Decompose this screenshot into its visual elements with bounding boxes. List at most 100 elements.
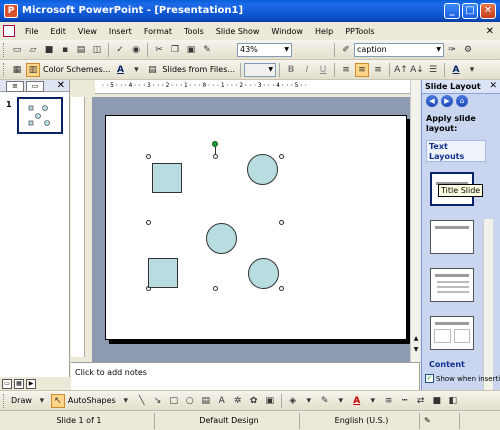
circle-shape[interactable] <box>206 223 237 254</box>
font-color-icon[interactable]: A <box>449 63 463 77</box>
square-shape[interactable] <box>152 163 182 193</box>
menu-insert[interactable]: Insert <box>103 27 138 36</box>
line-style-icon[interactable]: ≡ <box>382 394 396 408</box>
layout-title-and-text[interactable] <box>430 268 474 302</box>
vertical-scrollbar[interactable]: ▲ ▼ <box>410 80 420 362</box>
menu-file[interactable]: File <box>19 27 44 36</box>
print-icon[interactable]: ▤ <box>74 43 88 57</box>
bold-button[interactable]: B <box>284 63 298 77</box>
minimize-button[interactable]: _ <box>444 3 460 19</box>
slides-icon[interactable]: ▤ <box>145 63 159 77</box>
slides-tab-icon[interactable]: ▭ <box>26 81 44 92</box>
chevron-down-icon[interactable]: ▾ <box>465 63 479 77</box>
layout-two-column-text[interactable] <box>430 316 474 350</box>
settings-icon[interactable]: ⚙ <box>461 43 475 57</box>
chevron-down-icon[interactable]: ▾ <box>302 394 316 408</box>
dash-style-icon[interactable]: ┅ <box>398 394 412 408</box>
checkbox-checked-icon[interactable]: ✓ <box>425 374 434 383</box>
menu-edit[interactable]: Edit <box>44 27 72 36</box>
new-icon[interactable]: ▭ <box>10 43 24 57</box>
toolbar-grip[interactable] <box>3 62 6 77</box>
align-left-icon[interactable]: ≡ <box>339 63 353 77</box>
circle-shape[interactable] <box>247 154 278 185</box>
powerpoint-app-icon[interactable]: P <box>4 4 18 18</box>
document-icon[interactable] <box>3 25 15 37</box>
back-icon[interactable]: ◀ <box>426 95 438 107</box>
layout-title-only[interactable] <box>430 220 474 254</box>
line-color-icon[interactable]: ✎ <box>318 394 332 408</box>
save-icon[interactable]: ■ <box>42 43 56 57</box>
diagram-icon[interactable]: ✲ <box>231 394 245 408</box>
chevron-down-icon[interactable]: ▾ <box>119 394 133 408</box>
copy-icon[interactable]: ❐ <box>168 43 182 57</box>
bullets-icon[interactable]: ☰ <box>426 63 440 77</box>
task-pane-title[interactable]: Slide Layout <box>425 82 481 91</box>
spelling-icon[interactable]: ✓ <box>113 43 127 57</box>
draw-menu-button[interactable]: Draw <box>9 396 34 405</box>
font-color-icon[interactable]: A <box>350 394 364 408</box>
layout-icon[interactable]: ▥ <box>26 62 40 77</box>
menu-window[interactable]: Window <box>265 27 309 36</box>
permission-icon[interactable]: ▪ <box>58 43 72 57</box>
increase-font-icon[interactable]: A↑ <box>394 63 408 77</box>
slides-from-files-button[interactable]: Slides from Files... <box>160 65 237 74</box>
close-icon[interactable]: ✕ <box>489 81 497 91</box>
selection-handle[interactable] <box>146 220 151 225</box>
select-pointer-icon[interactable]: ↖ <box>50 393 65 408</box>
slide-sorter-view-icon[interactable]: ▦ <box>14 378 24 389</box>
picture-icon[interactable]: ▣ <box>263 394 277 408</box>
paste-icon[interactable]: ▣ <box>184 43 198 57</box>
slide[interactable] <box>105 115 407 340</box>
circle-shape[interactable] <box>248 258 279 289</box>
pptools-icon[interactable]: ✑ <box>445 43 459 57</box>
menu-tools[interactable]: Tools <box>178 27 210 36</box>
textbox-icon[interactable]: ▤ <box>199 394 213 408</box>
selection-handle[interactable] <box>213 286 218 291</box>
rotation-handle[interactable] <box>212 141 218 147</box>
normal-view-icon[interactable]: ▭ <box>2 378 12 389</box>
arrow-icon[interactable]: ↘ <box>151 394 165 408</box>
notes-pane[interactable]: Click to add notes <box>71 362 420 390</box>
open-icon[interactable]: ▱ <box>26 43 40 57</box>
underline-button[interactable]: U <box>316 63 330 77</box>
arrow-style-icon[interactable]: ⇄ <box>414 394 428 408</box>
line-icon[interactable]: ╲ <box>135 394 149 408</box>
shadow-style-icon[interactable]: ■ <box>430 394 444 408</box>
menu-close-icon[interactable]: ✕ <box>486 26 500 37</box>
home-icon[interactable]: ⌂ <box>456 95 468 107</box>
print-preview-icon[interactable]: ◫ <box>90 43 104 57</box>
oval-icon[interactable]: ○ <box>183 394 197 408</box>
menu-pptools[interactable]: PPTools <box>339 27 380 36</box>
square-shape[interactable] <box>148 258 178 288</box>
format-painter-icon[interactable]: ✎ <box>200 43 214 57</box>
horizontal-ruler[interactable]: ··5···4···3···2···1···0···1···2···3···4·… <box>95 80 415 94</box>
menu-help[interactable]: Help <box>309 27 339 36</box>
selection-handle[interactable] <box>279 220 284 225</box>
menu-view[interactable]: View <box>72 27 103 36</box>
research-icon[interactable]: ◉ <box>129 43 143 57</box>
align-center-icon[interactable]: ≡ <box>355 62 369 77</box>
fill-color-icon[interactable]: ◈ <box>286 394 300 408</box>
maximize-button[interactable]: □ <box>462 3 478 19</box>
vertical-ruler[interactable] <box>71 97 85 357</box>
menu-slide-show[interactable]: Slide Show <box>210 27 266 36</box>
forward-icon[interactable]: ▶ <box>441 95 453 107</box>
caption-dropdown[interactable]: caption ▼ <box>354 42 444 57</box>
show-when-inserting-option[interactable]: ✓ Show when inserting <box>425 374 500 383</box>
chevron-down-icon[interactable]: ▾ <box>35 394 49 408</box>
close-button[interactable]: ✕ <box>480 3 496 19</box>
slide-icon[interactable]: ▦ <box>10 63 24 77</box>
wordart-icon[interactable]: A <box>215 394 229 408</box>
chevron-down-icon[interactable]: ▾ <box>129 63 143 77</box>
selection-handle[interactable] <box>279 154 284 159</box>
toolbar-grip[interactable] <box>3 42 6 57</box>
italic-button[interactable]: I <box>300 63 314 77</box>
scroll-up-icon[interactable]: ▲ <box>412 335 420 345</box>
chevron-down-icon[interactable]: ▾ <box>366 394 380 408</box>
color-schemes-button[interactable]: Color Schemes... <box>41 65 112 74</box>
clipart-icon[interactable]: ✿ <box>247 394 261 408</box>
slide-thumbnail[interactable] <box>17 97 63 134</box>
autoshapes-menu-button[interactable]: AutoShapes <box>66 396 118 405</box>
spelling-status-icon[interactable]: ✎ <box>420 412 460 429</box>
close-icon[interactable]: ✕ <box>57 80 65 91</box>
